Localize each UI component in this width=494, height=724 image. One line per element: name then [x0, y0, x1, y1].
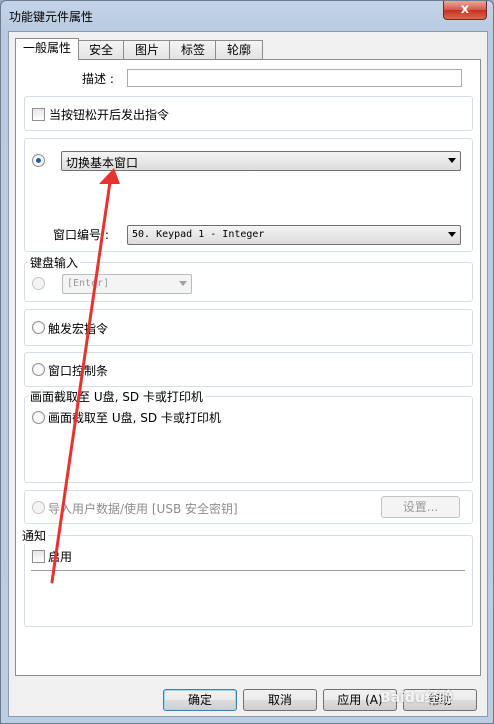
arrow-head [99, 168, 120, 184]
arrow-shaft [50, 180, 112, 584]
annotation-arrow-icon [50, 168, 120, 584]
tab-general[interactable]: 一般属性 [15, 38, 79, 60]
watermark: Baidu经验 [380, 690, 453, 706]
